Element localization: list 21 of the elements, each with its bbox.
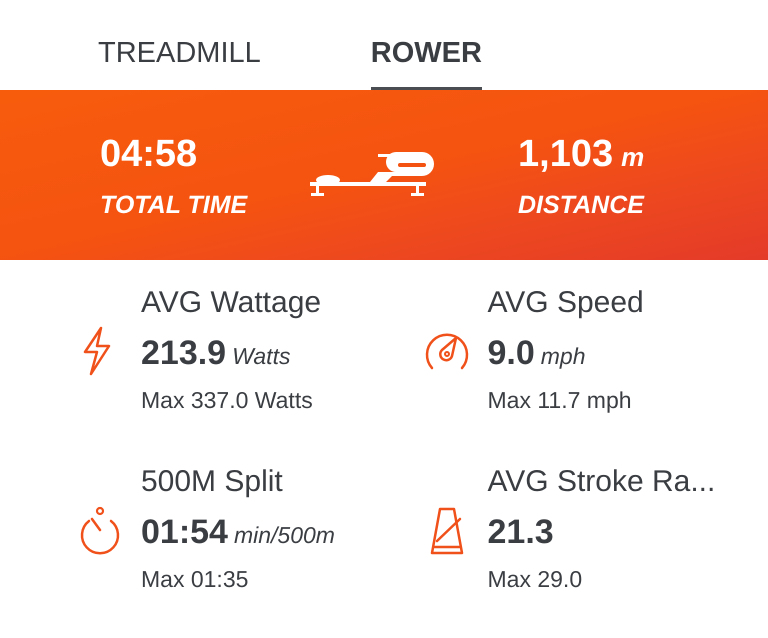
stat-max: Max 01:35 — [141, 565, 250, 594]
stat-max: Max 337.0 Watts — [141, 386, 314, 416]
summary-value: 04:58 — [100, 132, 198, 177]
stat-value: 213.9 — [141, 333, 226, 374]
stat-label: AVG Stroke Ra... — [488, 464, 716, 500]
stat-max: Max 11.7 mph — [488, 386, 633, 416]
stat-value: 21.3 — [488, 512, 554, 554]
tab[interactable]: TREADMILL — [98, 0, 261, 90]
stat-value: 01:54 — [141, 512, 228, 554]
summary-label: DISTANCE — [518, 190, 646, 221]
stat-value: 9.0 — [488, 333, 535, 374]
stat-label: 500M Split — [141, 464, 284, 500]
stat-label: AVG Speed — [488, 285, 644, 322]
summary-value: 1,103 — [518, 132, 614, 177]
stat-max: Max 29.0 — [488, 565, 584, 594]
stat-unit: min/500m — [234, 521, 335, 550]
stat-unit: mph — [540, 342, 586, 372]
summary-unit: m — [621, 140, 644, 174]
stat-label: AVG Wattage — [141, 285, 322, 322]
summary-label: TOTAL TIME — [100, 190, 248, 221]
stat-unit: Watts — [232, 342, 290, 372]
